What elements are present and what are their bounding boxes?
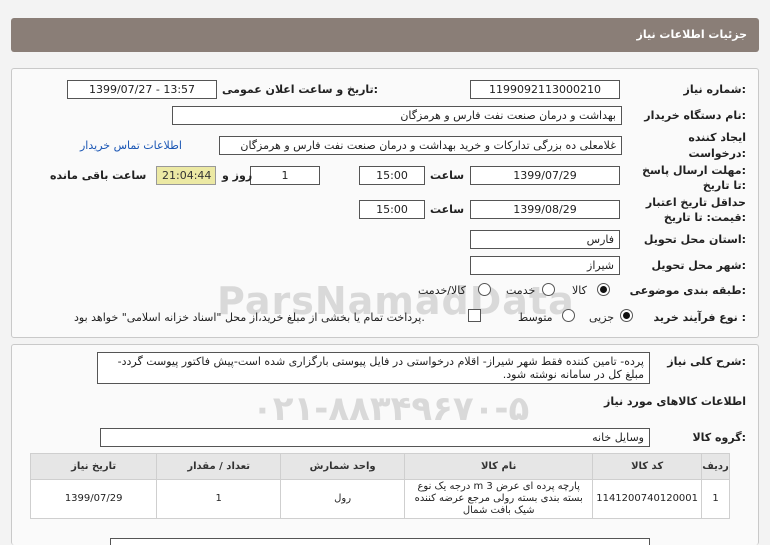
need-number-label: شماره نیاز: [683,83,746,96]
category-option-service: خدمت [506,284,536,297]
province-field: فارس [470,230,620,249]
remaining-time-field: 21:04:44 [156,166,216,185]
col-row: ردیف [701,453,730,480]
category-option-goods: کالا [572,284,587,297]
validity-label-1: حداقل تاریخ اعتبار [645,196,746,209]
treasury-payment-note: پرداخت تمام یا بخشی از مبلغ خرید،از محل … [74,311,425,324]
days-label: روز و [222,169,253,182]
category-option-goods-service: کالا/خدمت [418,284,466,297]
announce-label: تاریخ و ساعت اعلان عمومی: [222,83,379,96]
deadline-date-field: 1399/07/29 [470,166,620,185]
creator-field: غلامعلی ده بزرگی تدارکات و خرید بهداشت و… [219,136,622,155]
city-label: شهر محل تحویل: [651,259,746,272]
province-label: استان محل تحویل: [643,233,746,246]
city-field: شیراز [470,256,620,275]
summary-text: پرده- تامین کننده فقط شهر شیراز- اقلام د… [97,352,650,384]
col-date: تاریخ نیاز [29,453,158,480]
remaining-label: ساعت باقی مانده [50,169,147,182]
col-name: نام کالا [404,453,594,480]
creator-label-2: درخواست: [688,147,746,160]
deadline-time-field: 15:00 [359,166,425,185]
cell-code: 1141200740120001 [592,479,703,519]
process-option-minor: جزیی [589,311,615,324]
need-details-panel: ParsNamadData شماره نیاز: 11990921130002… [11,68,759,338]
buyer-org-label: نام دستگاه خریدار: [644,109,746,122]
cell-name: پارچه پرده ای عرض 3 m درجه یک نوع بسته ب… [404,479,594,519]
goods-table: ردیف کد کالا نام کالا واحد شمارش تعداد /… [29,453,730,519]
process-label: نوع فرآیند خرید : [653,311,746,324]
days-field: 1 [250,166,320,185]
category-radio-service[interactable] [542,283,555,296]
buyer-org-field: بهداشت و درمان صنعت نفت فارس و هرمزگان [172,106,622,125]
creator-label-1: ایجاد کننده [688,131,746,144]
validity-time-label: ساعت [430,203,465,216]
col-qty: تعداد / مقدار [156,453,282,480]
cell-row: 1 [701,479,730,519]
goods-section-title: اطلاعات کالاهای مورد نیاز [604,395,746,408]
table-row: 1 1141200740120001 پارچه پرده ای عرض 3 m… [29,479,730,519]
category-radio-goods[interactable] [597,283,610,296]
deadline-label-2: تا تاریخ: [702,179,746,192]
summary-panel: پایگاه اطلاع رسانی مناقصه و مزایده ۰۲۱-۸… [11,344,759,545]
cell-unit: رول [280,479,406,519]
deadline-time-label: ساعت [430,169,465,182]
validity-time-field: 15:00 [359,200,425,219]
page-title-bar: جزئیات اطلاعات نیاز [11,18,759,52]
validity-label-2: قیمت: تا تاریخ: [663,211,746,224]
cell-date: 1399/07/29 [29,479,158,519]
col-code: کد کالا [592,453,703,480]
goods-table-header: ردیف کد کالا نام کالا واحد شمارش تعداد /… [29,453,730,480]
process-radio-minor[interactable] [620,309,633,322]
watermark-phone: ۰۲۱-۸۸۳۴۹۶۷۰-۵ [252,389,530,429]
next-section-box [110,538,650,545]
summary-label: شرح کلی نیاز: [667,355,746,368]
cell-qty: 1 [156,479,282,519]
need-number-field: 1199092113000210 [470,80,620,99]
treasury-payment-checkbox[interactable] [468,309,481,322]
category-label: طبقه بندی موضوعی: [629,284,746,297]
goods-group-field: وسایل خانه [100,428,650,447]
validity-date-field: 1399/08/29 [470,200,620,219]
buyer-contact-link[interactable]: اطلاعات تماس خریدار [80,139,182,152]
category-radio-goods-service[interactable] [478,283,491,296]
deadline-label-1: مهلت ارسال پاسخ: [642,164,746,177]
col-unit: واحد شمارش [280,453,406,480]
announce-field: 1399/07/27 - 13:57 [67,80,217,99]
process-option-medium: متوسط [518,311,553,324]
goods-group-label: گروه کالا: [692,431,746,444]
process-radio-medium[interactable] [562,309,575,322]
page-title: جزئیات اطلاعات نیاز [636,28,748,41]
